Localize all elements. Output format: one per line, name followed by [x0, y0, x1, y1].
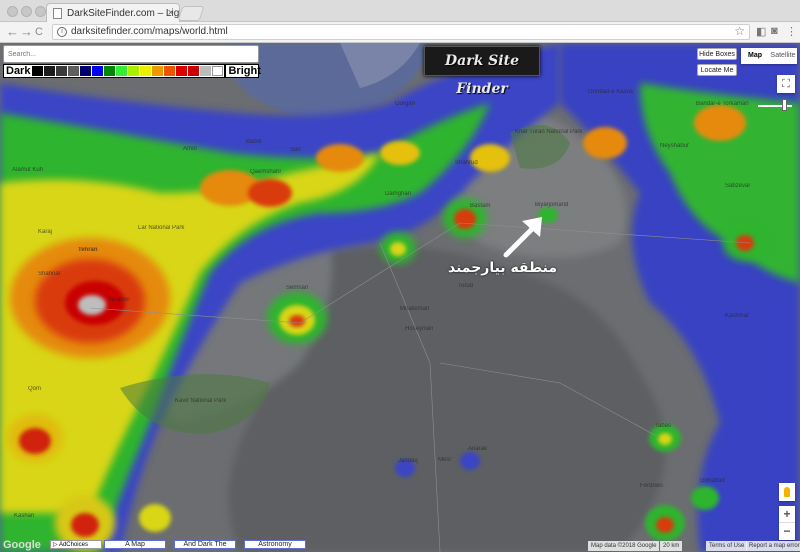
light-pollution-overlay: [0, 43, 800, 552]
scale-swatch: [104, 66, 116, 76]
scale-swatch: [152, 66, 164, 76]
scale-swatch: [200, 66, 212, 76]
scale-swatch: [164, 66, 176, 76]
extension-icon[interactable]: ◧: [756, 25, 766, 38]
scale-swatch: [56, 66, 68, 76]
report-error-link[interactable]: Report a map error: [746, 541, 800, 551]
forward-icon[interactable]: →: [20, 24, 33, 40]
dark-site-finder-logo: Dark Site Finder: [424, 46, 540, 97]
menu-icon[interactable]: ⋮: [786, 25, 797, 38]
new-tab-button[interactable]: [177, 6, 205, 21]
url-text: darksitefinder.com/maps/world.html: [71, 26, 228, 37]
map-type-control: Map Satellite: [741, 48, 797, 64]
map-scale[interactable]: 20 km: [660, 541, 683, 551]
map-type-map-button[interactable]: Map: [741, 48, 769, 64]
terms-link[interactable]: Terms of Use: [706, 541, 748, 551]
fullscreen-icon[interactable]: ⛶: [777, 75, 795, 93]
browser-tab-bar: DarkSiteFinder.com – Light Po ×: [0, 0, 800, 23]
scale-swatch: [32, 66, 44, 76]
opacity-slider-thumb[interactable]: [782, 99, 787, 111]
light-scale-legend: Dark Bright: [3, 64, 262, 78]
tab-close-icon[interactable]: ×: [168, 7, 174, 19]
info-icon[interactable]: i: [57, 27, 67, 37]
scale-swatches: [32, 66, 224, 76]
scale-swatch: [212, 66, 224, 76]
scale-swatch: [176, 66, 188, 76]
page-icon: [53, 8, 62, 19]
scale-swatch: [140, 66, 152, 76]
tab-title: DarkSiteFinder.com – Light Po: [67, 8, 180, 19]
map-search-input[interactable]: [3, 45, 259, 63]
scale-swatch: [188, 66, 200, 76]
bookmark-star-icon[interactable]: ☆: [734, 24, 745, 38]
scale-swatch: [128, 66, 140, 76]
zoom-in-button[interactable]: +: [779, 506, 795, 523]
google-logo[interactable]: Google: [3, 539, 41, 551]
ad-link[interactable]: Astronomy: [244, 540, 306, 549]
ad-link[interactable]: And Dark The: [174, 540, 236, 549]
scale-bright-label: Bright: [224, 65, 262, 77]
street-view-pegman-icon[interactable]: [779, 483, 795, 501]
camera-icon[interactable]: ◙: [771, 25, 778, 37]
map-footer: Google ▷ AdChoices A Map And Dark The As…: [0, 538, 800, 552]
map-data-attribution: Map data ©2018 Google: [588, 541, 660, 551]
scale-swatch: [44, 66, 56, 76]
scale-swatch: [92, 66, 104, 76]
hide-boxes-button[interactable]: Hide Boxes: [697, 48, 737, 60]
browser-toolbar: ← → C i darksitefinder.com/maps/world.ht…: [0, 22, 800, 43]
light-pollution-map[interactable]: Alamut Kuh Karaj Tehran Shahriar Varamin…: [0, 43, 800, 552]
window-close-button[interactable]: [7, 6, 18, 17]
window-zoom-button[interactable]: [35, 6, 46, 17]
reload-icon[interactable]: C: [35, 24, 43, 40]
annotation-arrow-icon: [503, 217, 542, 258]
annotation-label: منطقه بیارجمند: [448, 260, 558, 276]
locate-me-button[interactable]: Locate Me: [697, 64, 737, 76]
scale-swatch: [116, 66, 128, 76]
address-bar[interactable]: i darksitefinder.com/maps/world.html ☆: [52, 24, 750, 40]
window-minimize-button[interactable]: [21, 6, 32, 17]
ad-link[interactable]: A Map: [104, 540, 166, 549]
back-icon[interactable]: ←: [6, 24, 19, 40]
map-type-satellite-button[interactable]: Satellite: [769, 48, 797, 64]
browser-tab[interactable]: DarkSiteFinder.com – Light Po ×: [46, 3, 180, 23]
scale-dark-label: Dark: [6, 65, 31, 77]
adchoices-link[interactable]: ▷ AdChoices: [50, 540, 102, 549]
scale-swatch: [68, 66, 80, 76]
opacity-slider[interactable]: [756, 99, 796, 111]
zoom-control: + −: [779, 506, 795, 540]
scale-swatch: [80, 66, 92, 76]
